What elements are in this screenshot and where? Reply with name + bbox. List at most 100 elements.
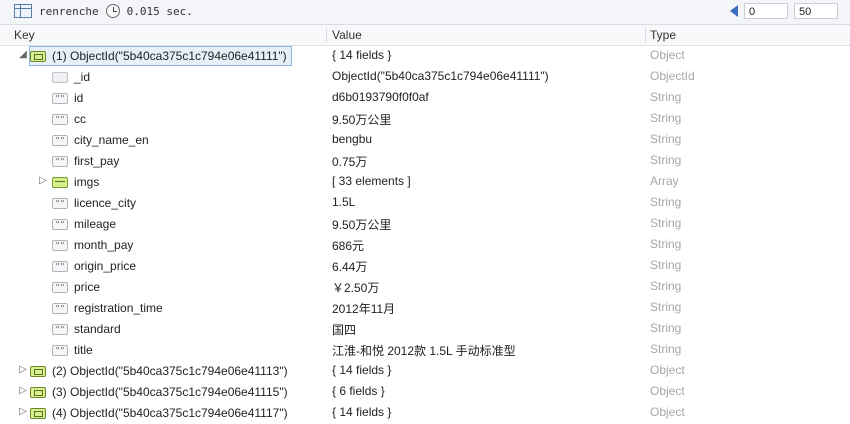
field-value[interactable]: d6b0193790f0f0af — [332, 90, 429, 104]
collection-info: renrenche 0.015 sec. — [14, 4, 193, 18]
field-type: String — [650, 90, 682, 104]
previous-page-icon[interactable] — [730, 5, 738, 17]
field-value[interactable]: bengbu — [332, 132, 372, 146]
field-type: String — [650, 216, 682, 230]
field-key: city_name_en — [74, 133, 149, 147]
collection-name: renrenche — [39, 4, 99, 18]
results-table-header: Key Value Type — [0, 25, 850, 46]
key-cell[interactable]: "" cc — [52, 110, 90, 128]
field-row[interactable]: "" standard 国四 String — [0, 319, 850, 340]
key-cell[interactable]: (1) ObjectId("5b40ca375c1c794e06e41111") — [29, 46, 292, 66]
field-type: Array — [650, 174, 679, 188]
column-divider[interactable] — [645, 28, 646, 42]
key-cell[interactable]: "" origin_price — [52, 257, 140, 275]
expand-arrow-icon[interactable]: ▷ — [18, 386, 28, 396]
document-row[interactable]: ▷ (2) ObjectId("5b40ca375c1c794e06e41113"… — [0, 361, 850, 382]
field-type: String — [650, 321, 682, 335]
field-row[interactable]: "" origin_price 6.44万 String — [0, 256, 850, 277]
key-column-header[interactable]: Key — [14, 28, 35, 42]
key-cell[interactable]: "" title — [52, 341, 97, 359]
key-cell[interactable]: "" price — [52, 278, 104, 296]
field-type: String — [650, 237, 682, 251]
field-row[interactable]: "" mileage 9.50万公里 String — [0, 214, 850, 235]
string-icon: "" — [52, 239, 68, 251]
field-key: (4) ObjectId("5b40ca375c1c794e06e41117") — [52, 406, 288, 420]
field-value[interactable]: { 14 fields } — [332, 405, 391, 419]
document-icon — [30, 386, 46, 398]
key-cell[interactable]: imgs — [52, 173, 103, 191]
table-icon — [14, 4, 32, 18]
field-type: Object — [650, 363, 685, 377]
field-value[interactable]: 国四 — [332, 321, 356, 338]
document-row[interactable]: ▷ (4) ObjectId("5b40ca375c1c794e06e41117"… — [0, 403, 850, 424]
string-icon: "" — [52, 113, 68, 125]
field-value[interactable]: { 14 fields } — [332, 363, 391, 377]
field-key: first_pay — [74, 154, 120, 168]
string-icon: "" — [52, 344, 68, 356]
page-offset-input[interactable]: 0 — [744, 3, 788, 19]
key-cell[interactable]: "" first_pay — [52, 152, 123, 170]
page-size-input[interactable]: 50 — [794, 3, 838, 19]
expand-arrow-icon[interactable]: ▷ — [18, 365, 28, 375]
field-row[interactable]: "" price ￥2.50万 String — [0, 277, 850, 298]
field-row[interactable]: "" id d6b0193790f0f0af String — [0, 88, 850, 109]
field-value[interactable]: 2012年11月 — [332, 300, 395, 317]
column-divider[interactable] — [326, 28, 327, 42]
document-icon — [30, 50, 46, 62]
collapse-arrow-icon[interactable]: ◢ — [18, 50, 28, 60]
key-cell[interactable]: (2) ObjectId("5b40ca375c1c794e06e41113") — [30, 362, 292, 380]
field-row[interactable]: "" first_pay 0.75万 String — [0, 151, 850, 172]
field-key: (3) ObjectId("5b40ca375c1c794e06e41115") — [52, 385, 288, 399]
field-value[interactable]: { 6 fields } — [332, 384, 385, 398]
expand-arrow-icon[interactable]: ▷ — [38, 176, 48, 186]
type-column-header[interactable]: Type — [650, 28, 676, 42]
expand-arrow-icon[interactable]: ▷ — [18, 407, 28, 417]
objectid-icon — [52, 71, 68, 83]
string-icon: "" — [52, 260, 68, 272]
field-value[interactable]: ObjectId("5b40ca375c1c794e06e41111") — [332, 69, 549, 83]
field-key: month_pay — [74, 238, 134, 252]
field-value[interactable]: 9.50万公里 — [332, 111, 391, 128]
field-row[interactable]: "" cc 9.50万公里 String — [0, 109, 850, 130]
field-type: String — [650, 342, 682, 356]
key-cell[interactable]: "" id — [52, 89, 87, 107]
field-row[interactable]: "" registration_time 2012年11月 String — [0, 298, 850, 319]
field-row[interactable]: "" city_name_en bengbu String — [0, 130, 850, 151]
results-tree: ◢ (1) ObjectId("5b40ca375c1c794e06e41111"… — [0, 46, 850, 424]
field-row[interactable]: "" title 江淮-和悦 2012款 1.5L 手动标准型 String — [0, 340, 850, 361]
document-row[interactable]: ▷ (3) ObjectId("5b40ca375c1c794e06e41115"… — [0, 382, 850, 403]
field-row[interactable]: _id ObjectId("5b40ca375c1c794e06e41111") O… — [0, 67, 850, 88]
key-cell[interactable]: (3) ObjectId("5b40ca375c1c794e06e41115") — [30, 383, 292, 401]
field-value[interactable]: 9.50万公里 — [332, 216, 391, 233]
field-key: (1) ObjectId("5b40ca375c1c794e06e41111") — [52, 49, 287, 63]
field-value[interactable]: { 14 fields } — [332, 48, 391, 62]
string-icon: "" — [52, 302, 68, 314]
field-key: id — [74, 91, 84, 105]
field-key: standard — [74, 322, 121, 336]
field-value[interactable]: 1.5L — [332, 195, 355, 209]
value-column-header[interactable]: Value — [332, 28, 362, 42]
key-cell[interactable]: "" city_name_en — [52, 131, 153, 149]
array-icon — [52, 176, 68, 188]
key-cell[interactable]: "" registration_time — [52, 299, 167, 317]
field-value[interactable]: 6.44万 — [332, 258, 367, 275]
field-value[interactable]: 江淮-和悦 2012款 1.5L 手动标准型 — [332, 342, 516, 359]
field-row[interactable]: ▷ imgs [ 33 elements ] Array — [0, 172, 850, 193]
field-value[interactable]: ￥2.50万 — [332, 279, 379, 296]
field-key: cc — [74, 112, 86, 126]
key-cell[interactable]: "" month_pay — [52, 236, 137, 254]
key-cell[interactable]: (4) ObjectId("5b40ca375c1c794e06e41117") — [30, 404, 292, 422]
field-value[interactable]: [ 33 elements ] — [332, 174, 411, 188]
key-cell[interactable]: _id — [52, 68, 94, 86]
key-cell[interactable]: "" standard — [52, 320, 125, 338]
field-value[interactable]: 0.75万 — [332, 153, 367, 170]
key-cell[interactable]: "" mileage — [52, 215, 120, 233]
string-icon: "" — [52, 281, 68, 293]
key-cell[interactable]: "" licence_city — [52, 194, 140, 212]
field-key: title — [74, 343, 93, 357]
field-value[interactable]: 686元 — [332, 237, 364, 254]
document-row[interactable]: ◢ (1) ObjectId("5b40ca375c1c794e06e41111"… — [0, 46, 850, 67]
field-row[interactable]: "" month_pay 686元 String — [0, 235, 850, 256]
field-row[interactable]: "" licence_city 1.5L String — [0, 193, 850, 214]
string-icon: "" — [52, 197, 68, 209]
